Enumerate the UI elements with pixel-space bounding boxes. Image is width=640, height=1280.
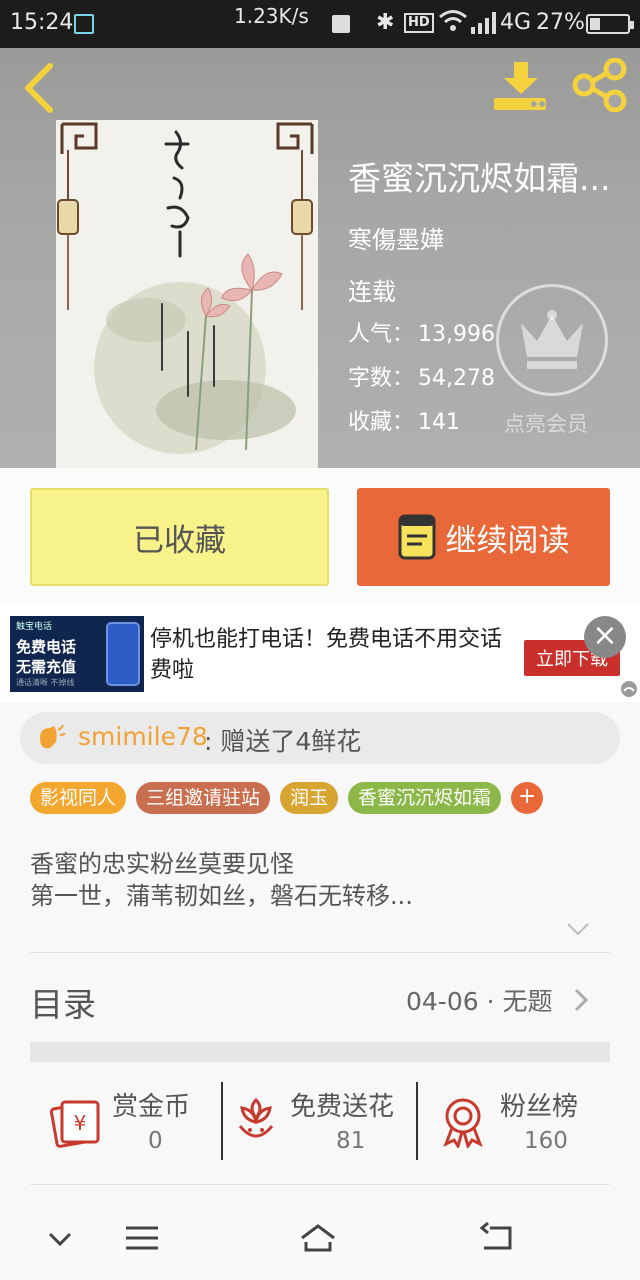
reward-coin-cell[interactable]: ¥ 赏金币 0 [50, 1082, 220, 1162]
book-author[interactable]: 寒傷墨嬅 [348, 220, 444, 255]
gift-user[interactable]: smimile78 [78, 722, 208, 751]
crown-icon [521, 310, 583, 369]
ad-mark-icon [621, 681, 637, 697]
ad-close-button[interactable]: × [584, 616, 626, 658]
book-intro[interactable]: 香蜜的忠实粉丝莫要见怪 第一世，蒲苇韧如丝，磐石无转移... [30, 848, 610, 912]
share-icon[interactable] [572, 58, 628, 112]
reader-stats: ¥ 赏金币 0 免费送花 81 粉丝榜 160 [30, 1082, 610, 1162]
cover-illustration [56, 120, 318, 468]
ad-image-line2: 无需充值 [16, 658, 77, 676]
popularity-stat: 人气： 13,996 [348, 316, 495, 348]
menu-icon[interactable] [122, 1218, 162, 1258]
book-icon [398, 514, 435, 560]
popularity-label: 人气： [348, 322, 415, 347]
action-bar: 已收藏 继续阅读 [0, 468, 640, 604]
continue-reading-button[interactable]: 继续阅读 [357, 488, 610, 586]
bluetooth-icon: ✱ [376, 10, 395, 35]
stat-name-reward: 赏金币 [112, 1092, 191, 1122]
system-nav-bar [0, 1194, 640, 1280]
battery-percent: 27% [536, 10, 585, 35]
book-status: 连载 [348, 278, 396, 306]
divider [30, 952, 610, 953]
word-count-value: 54,278 [418, 366, 495, 391]
back-button[interactable] [18, 60, 62, 116]
status-time: 15:24 [10, 10, 74, 35]
tag-chip[interactable]: 润玉 [280, 782, 339, 814]
hd-badge: HD [404, 13, 434, 33]
expand-chevron-icon[interactable] [566, 922, 590, 936]
signal-icon [471, 12, 496, 34]
tag-list: 影视同人 三组邀请驻站 润玉 香蜜沉沉烬如霜 + [30, 782, 544, 816]
intro-line-2: 第一世，蒲苇韧如丝，磐石无转移... [30, 882, 413, 910]
network-speed: 1.23K/s [234, 4, 309, 28]
favorites-stat: 收藏： 141 [348, 404, 460, 436]
favorited-label: 已收藏 [133, 522, 226, 559]
vip-label[interactable]: 点亮会员 [504, 408, 588, 438]
toc-label[interactable]: 目录 [30, 978, 96, 1026]
ad-banner[interactable]: 触宝电话 免费电话 无需充值 通话清晰 不掉线 停机也能打电话！免费电话不用交话… [0, 604, 640, 702]
book-content: smimile78 : 赠送了4鲜花 影视同人 三组邀请驻站 润玉 香蜜沉沉烬如霜 + … [0, 702, 640, 1194]
network-type: 4G [500, 10, 532, 35]
ad-image-line1: 免费电话 [16, 638, 77, 656]
status-bar: 15:24 1.23K/s ✱ HD 4G 27% [0, 0, 640, 48]
svg-text:¥: ¥ [74, 1111, 87, 1135]
continue-reading-label: 继续阅读 [445, 522, 570, 559]
medal-icon [443, 1098, 483, 1148]
free-flower-cell[interactable]: 免费送花 81 [234, 1082, 414, 1162]
section-separator [30, 1042, 610, 1062]
reward-coin-icon: ¥ [50, 1100, 100, 1148]
stat-value-reward: 0 [148, 1128, 163, 1154]
gift-text: : 赠送了4鲜花 [204, 727, 362, 756]
tag-chip[interactable]: 影视同人 [30, 782, 127, 814]
word-count-stat: 字数： 54,278 [348, 360, 495, 392]
book-header: 香蜜沉沉烬如霜... 寒傷墨嬅 连载 人气： 13,996 字数： 54,278 收… [0, 48, 640, 468]
download-icon[interactable] [492, 60, 550, 112]
phone-icon [106, 622, 140, 686]
back-nav-icon[interactable] [478, 1218, 518, 1258]
stat-value-fans: 160 [524, 1128, 568, 1154]
toc-latest-chapter[interactable]: 04-06 · 无题 [406, 982, 553, 1018]
chevron-right-icon[interactable] [574, 988, 588, 1012]
intro-line-1: 香蜜的忠实粉丝莫要见怪 [30, 850, 294, 878]
battery-icon [586, 14, 634, 34]
stat-name-flower: 免费送花 [290, 1092, 395, 1122]
stat-value-flower: 81 [336, 1128, 366, 1154]
ad-image[interactable]: 触宝电话 免费电话 无需充值 通话清晰 不掉线 [10, 616, 144, 692]
add-tag-button[interactable]: + [511, 782, 544, 814]
book-cover[interactable] [56, 120, 318, 468]
vip-badge[interactable] [496, 284, 608, 396]
fan-rank-cell[interactable]: 粉丝榜 160 [440, 1082, 610, 1162]
gift-notice: smimile78 : 赠送了4鲜花 [20, 712, 620, 764]
book-detail-screen: 15:24 1.23K/s ✱ HD 4G 27% 香蜜沉沉烬如霜... 寒傷墨… [0, 0, 640, 1280]
divider [221, 1082, 223, 1160]
chevron-down-icon[interactable] [40, 1218, 80, 1258]
screenshot-icon [74, 14, 94, 34]
popularity-value: 13,996 [418, 322, 495, 347]
wifi-icon [439, 10, 467, 31]
ad-image-tagline: 通话清晰 不掉线 [16, 678, 75, 687]
tag-chip[interactable]: 三组邀请驻站 [136, 782, 271, 814]
word-count-label: 字数： [348, 366, 415, 391]
ad-image-brand: 触宝电话 [16, 622, 53, 632]
book-title: 香蜜沉沉烬如霜... [348, 159, 611, 198]
divider [416, 1082, 418, 1160]
ad-text[interactable]: 停机也能打电话！免费电话不用交话费啦 [150, 624, 510, 686]
stat-name-fans: 粉丝榜 [500, 1092, 579, 1122]
tag-chip[interactable]: 香蜜沉沉烬如霜 [348, 782, 502, 814]
favorites-label: 收藏： [348, 410, 415, 435]
divider [30, 1184, 610, 1185]
favorited-button[interactable]: 已收藏 [30, 488, 329, 586]
megaphone-icon [40, 724, 66, 749]
home-icon[interactable] [298, 1218, 338, 1258]
favorites-value: 141 [418, 410, 461, 435]
flower-icon [238, 1097, 274, 1138]
notification-icon [332, 15, 350, 33]
